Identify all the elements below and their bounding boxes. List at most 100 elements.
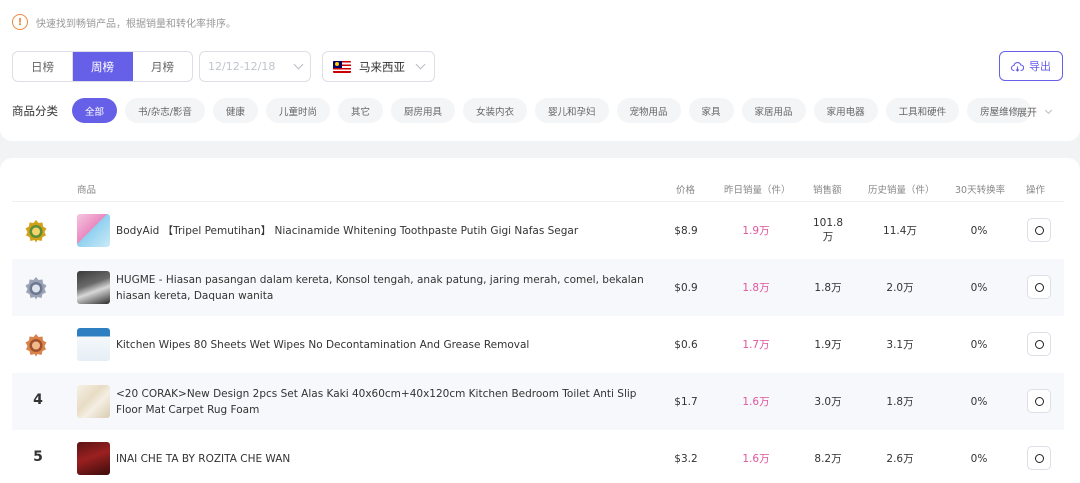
product-name[interactable]: <20 CORAK>New Design 2pcs Set Alas Kaki … bbox=[116, 373, 661, 430]
country-select[interactable]: 马来西亚 bbox=[322, 51, 435, 82]
cloud-download-icon bbox=[1011, 61, 1024, 72]
product-detail-button[interactable] bbox=[1027, 275, 1051, 299]
total-sales-cell: 1.8万 bbox=[886, 396, 914, 408]
category-chip[interactable]: 宠物用品 bbox=[616, 98, 681, 123]
product-detail-button[interactable] bbox=[1027, 389, 1051, 413]
revenue-cell: 101.8万 bbox=[812, 217, 844, 243]
category-chip[interactable]: 儿童时尚 bbox=[265, 98, 330, 123]
tab-weekly[interactable]: 周榜 bbox=[73, 52, 133, 81]
product-image[interactable] bbox=[77, 385, 110, 418]
column-header-total-sales: 历史销量（件） bbox=[868, 185, 935, 196]
revenue-cell: 1.8万 bbox=[814, 282, 842, 294]
yesterday-sales-cell: 1.6万 bbox=[742, 453, 770, 465]
total-sales-cell: 3.1万 bbox=[886, 339, 914, 351]
yesterday-sales-cell: 1.9万 bbox=[742, 225, 770, 237]
table-row[interactable]: 5 INAI CHE TA BY ROZITA CHE WAN $3.2 1.6… bbox=[12, 430, 1064, 483]
filter-panel: ! 快速找到畅销产品，根据销量和转化率排序。 日榜 周榜 月榜 12/12-12… bbox=[0, 0, 1080, 141]
category-chip[interactable]: 厨房用具 bbox=[390, 98, 455, 123]
category-chip[interactable]: 健康 bbox=[212, 98, 258, 123]
product-name[interactable]: BodyAid 【Tripel Pemutihan】 Niacinamide W… bbox=[116, 202, 661, 259]
table-row[interactable]: HUGME - Hiasan pasangan dalam kereta, Ko… bbox=[12, 259, 1064, 316]
table-row[interactable]: BodyAid 【Tripel Pemutihan】 Niacinamide W… bbox=[12, 202, 1064, 259]
table-header: 商品 价格 昨日销量（件） 销售额 历史销量（件） 30天转换率 操作 bbox=[12, 174, 1064, 202]
export-label: 导出 bbox=[1029, 60, 1051, 73]
silver-medal-icon bbox=[25, 277, 47, 300]
rank-number: 5 bbox=[33, 449, 43, 465]
column-header-actions: 操作 bbox=[1026, 185, 1046, 196]
revenue-cell: 8.2万 bbox=[814, 453, 842, 465]
total-sales-cell: 2.0万 bbox=[886, 282, 914, 294]
yesterday-sales-cell: 1.7万 bbox=[742, 339, 770, 351]
category-chip[interactable]: 女装内衣 bbox=[462, 98, 527, 123]
conversion-cell: 0% bbox=[970, 395, 988, 408]
product-name[interactable]: Kitchen Wipes 80 Sheets Wet Wipes No Dec… bbox=[116, 316, 661, 373]
date-range-select[interactable]: 12/12-12/18 bbox=[199, 51, 311, 82]
product-image[interactable] bbox=[77, 214, 110, 247]
product-name[interactable]: INAI CHE TA BY ROZITA CHE WAN bbox=[116, 430, 661, 483]
chevron-down-icon bbox=[415, 59, 426, 70]
column-header-yesterday-sales: 昨日销量（件） bbox=[724, 185, 791, 196]
column-header-price: 价格 bbox=[676, 185, 696, 196]
revenue-cell: 1.9万 bbox=[814, 339, 842, 351]
total-sales-cell: 2.6万 bbox=[886, 453, 914, 465]
price-cell: $0.9 bbox=[674, 281, 698, 294]
category-chip[interactable]: 婴儿和孕妇 bbox=[535, 98, 609, 123]
revenue-cell: 3.0万 bbox=[814, 396, 842, 408]
price-cell: $3.2 bbox=[674, 452, 698, 465]
product-image[interactable] bbox=[77, 328, 110, 361]
product-detail-button[interactable] bbox=[1027, 332, 1051, 356]
export-button[interactable]: 导出 bbox=[999, 51, 1063, 81]
column-header-product: 商品 bbox=[77, 185, 97, 196]
notice-text: 快速找到畅销产品，根据销量和转化率排序。 bbox=[36, 18, 236, 30]
category-chip[interactable]: 家具 bbox=[688, 98, 734, 123]
yesterday-sales-cell: 1.6万 bbox=[742, 396, 770, 408]
expand-categories-button[interactable]: 展开 bbox=[1017, 104, 1053, 119]
expand-label: 展开 bbox=[1017, 108, 1037, 119]
category-chip[interactable]: 工具和硬件 bbox=[885, 98, 960, 123]
warning-icon: ! bbox=[12, 14, 28, 30]
chevron-down-icon bbox=[1044, 106, 1053, 115]
ranking-table: 商品 价格 昨日销量（件） 销售额 历史销量（件） 30天转换率 操作 Body… bbox=[0, 158, 1080, 483]
category-list: 全部 书/杂志/影音 健康 儿童时尚 其它 厨房用具 女装内衣 婴儿和孕妇 宠物… bbox=[72, 98, 1039, 123]
search-icon bbox=[1034, 453, 1044, 463]
table-row[interactable]: Kitchen Wipes 80 Sheets Wet Wipes No Dec… bbox=[12, 316, 1064, 373]
bronze-medal-icon bbox=[25, 334, 47, 357]
column-header-conversion: 30天转换率 bbox=[955, 185, 1006, 196]
date-range-value: 12/12-12/18 bbox=[208, 60, 276, 73]
category-chip[interactable]: 书/杂志/影音 bbox=[125, 98, 205, 123]
gold-medal-icon bbox=[25, 220, 47, 243]
price-cell: $1.7 bbox=[674, 395, 698, 408]
category-chip[interactable]: 全部 bbox=[72, 98, 118, 123]
chevron-down-icon bbox=[293, 59, 304, 70]
product-detail-button[interactable] bbox=[1027, 218, 1051, 242]
malaysia-flag-icon bbox=[333, 60, 351, 73]
search-icon bbox=[1034, 339, 1044, 349]
column-header-revenue: 销售额 bbox=[813, 185, 842, 196]
yesterday-sales-cell: 1.8万 bbox=[742, 282, 770, 294]
conversion-cell: 0% bbox=[970, 281, 988, 294]
total-sales-cell: 11.4万 bbox=[883, 225, 917, 237]
search-icon bbox=[1034, 225, 1044, 235]
rank-number: 4 bbox=[33, 392, 43, 408]
product-image[interactable] bbox=[77, 271, 110, 304]
category-chip[interactable]: 家居用品 bbox=[741, 98, 806, 123]
country-label: 马来西亚 bbox=[359, 59, 405, 74]
price-cell: $8.9 bbox=[674, 224, 698, 237]
tab-daily[interactable]: 日榜 bbox=[13, 52, 73, 81]
period-tabs: 日榜 周榜 月榜 bbox=[12, 51, 193, 82]
notice-bar: ! 快速找到畅销产品，根据销量和转化率排序。 bbox=[12, 14, 236, 30]
product-name[interactable]: HUGME - Hiasan pasangan dalam kereta, Ko… bbox=[116, 259, 661, 316]
category-label: 商品分类 bbox=[12, 104, 58, 118]
search-icon bbox=[1034, 282, 1044, 292]
category-chip[interactable]: 家用电器 bbox=[813, 98, 878, 123]
product-image[interactable] bbox=[77, 442, 110, 475]
category-chip[interactable]: 其它 bbox=[337, 98, 383, 123]
product-detail-button[interactable] bbox=[1027, 446, 1051, 470]
search-icon bbox=[1034, 396, 1044, 406]
price-cell: $0.6 bbox=[674, 338, 698, 351]
tab-monthly[interactable]: 月榜 bbox=[133, 52, 192, 81]
table-row[interactable]: 4 <20 CORAK>New Design 2pcs Set Alas Kak… bbox=[12, 373, 1064, 430]
conversion-cell: 0% bbox=[970, 224, 988, 237]
conversion-cell: 0% bbox=[970, 338, 988, 351]
conversion-cell: 0% bbox=[970, 452, 988, 465]
